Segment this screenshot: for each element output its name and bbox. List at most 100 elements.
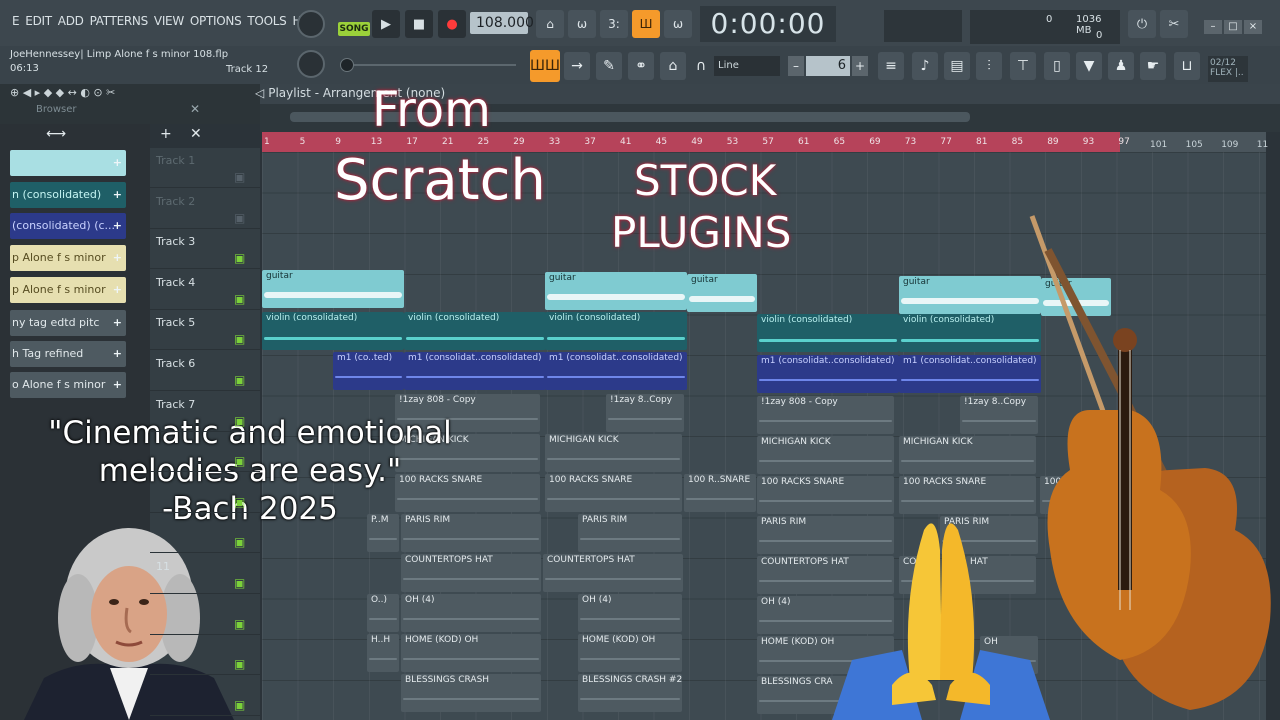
playlist-clip[interactable]: 100 RACKS SNARE [757, 476, 894, 514]
lock-icon[interactable]: ▣ [234, 414, 245, 428]
menu-item-view[interactable]: VIEW [154, 14, 184, 28]
lock-icon[interactable]: ▣ [234, 698, 245, 712]
track-header[interactable]: ▣ [150, 595, 260, 635]
playlist-clip[interactable]: BLESSINGS CRASH #2 [578, 674, 682, 712]
time-display[interactable]: 0:00:00 [700, 6, 836, 42]
playlist-clip[interactable]: MICHIGAN KICK [757, 436, 894, 474]
lock-icon[interactable]: ▣ [234, 657, 245, 671]
performance-button[interactable]: ♟ [1108, 52, 1134, 80]
play-button[interactable]: ▶ [372, 10, 400, 38]
menu-item-patterns[interactable]: PATTERNS [90, 14, 149, 28]
browser-item[interactable]: o Alone f s minor + [10, 372, 126, 398]
playlist-clip[interactable]: !1zay 8..Copy [606, 394, 684, 432]
playlist-clip[interactable]: 100 R..SNARE [684, 474, 756, 512]
playlist-clip[interactable]: m1 (co..ted) [333, 352, 404, 390]
playlist-clip[interactable]: MICHIGAN KICK [545, 434, 682, 472]
record-button[interactable]: ● [438, 10, 466, 38]
playlist-clip[interactable]: O..) [367, 594, 399, 632]
lock-icon[interactable]: ▣ [234, 535, 245, 549]
playlist-clip[interactable]: COUNTERTOPS HAT [401, 554, 541, 592]
menu-item-tools[interactable]: TOOLS [247, 14, 286, 28]
playlist-clip[interactable]: m1 (consolidat..consolidated) [757, 355, 899, 393]
playlist-clip[interactable]: HOME (KOD) OH [401, 634, 541, 672]
playlist-clip[interactable]: 100 RACKS SNARE [545, 474, 682, 512]
magnet-icon[interactable]: ∩ [692, 52, 710, 80]
stamp-tool-button[interactable]: ⌂ [660, 52, 686, 80]
cut-tool-button[interactable]: ✂ [1160, 10, 1188, 38]
browser-item[interactable]: p Alone f s minor + [10, 277, 126, 303]
add-to-playlist-icon[interactable]: + [113, 372, 122, 398]
track-header[interactable]: Track 4 ▣ [150, 270, 260, 310]
track-header[interactable]: Track 1 ▣ [150, 148, 260, 188]
link-tool-button[interactable]: ⚭ [628, 52, 654, 80]
track-header[interactable]: Track 5 ▣ [150, 310, 260, 351]
close-button[interactable]: × [1244, 20, 1262, 34]
draw-tool-button[interactable]: ✎ [596, 52, 622, 80]
stop-button[interactable]: ■ [405, 10, 433, 38]
playlist-clip[interactable]: violin (consolidated) [404, 312, 546, 350]
browser-item[interactable]: n (consolidated) + [10, 182, 126, 208]
lock-icon[interactable]: ▣ [234, 170, 245, 184]
playlist-button[interactable]: ≡ [878, 52, 904, 80]
playlist-clip[interactable]: MICHIGAN KICK [899, 436, 1036, 474]
arrow-tool-button[interactable]: → [564, 52, 590, 80]
channel-rack-button[interactable]: ▤ [944, 52, 970, 80]
minimize-button[interactable]: – [1204, 20, 1222, 34]
add-to-playlist-icon[interactable]: + [113, 277, 122, 303]
track-header[interactable]: ▣ [150, 513, 260, 554]
playlist-clip[interactable]: H..H [367, 634, 399, 672]
menu-item-file[interactable]: E [12, 14, 20, 28]
lock-icon[interactable]: ▣ [234, 454, 245, 468]
lock-icon[interactable]: ▣ [234, 292, 245, 306]
snap-select[interactable]: Line [714, 56, 780, 76]
piano-roll-button[interactable]: ♪ [912, 52, 938, 80]
collapse-icon[interactable]: ⟷ [46, 126, 66, 142]
lock-icon[interactable]: ▣ [234, 576, 245, 590]
shop-button[interactable]: ⊔ [1174, 52, 1200, 80]
pitch-slider[interactable] [338, 56, 518, 74]
playlist-clip[interactable]: BLESSINGS CRASH [401, 674, 541, 712]
playlist-clip[interactable]: violin (consolidated) [757, 314, 899, 352]
step-decrement-button[interactable]: – [788, 56, 804, 76]
browser-item[interactable]: p Alone f s minor + [10, 245, 126, 271]
playlist-clip[interactable]: violin (consolidated) [262, 312, 404, 350]
metronome-button[interactable]: ⌂ [536, 10, 564, 38]
song-mode-toggle[interactable]: SONG [338, 22, 370, 36]
lock-icon[interactable]: ▣ [234, 617, 245, 631]
track-header[interactable]: Track 6 ▣ [150, 351, 260, 391]
playlist-clip[interactable]: guitar [545, 272, 687, 310]
playlist-clip[interactable]: OH (4) [401, 594, 541, 632]
browser-close-icon[interactable]: ✕ [190, 102, 200, 116]
menu-item-edit[interactable]: EDIT [25, 14, 52, 28]
browser-item[interactable]: (consolidated) (c... + [10, 213, 126, 239]
track-header[interactable]: ▣ [150, 473, 260, 513]
touch-button[interactable]: ☛ [1140, 52, 1166, 80]
playlist-clip[interactable]: 100 RACKS SNARE [899, 476, 1036, 514]
step-edit-button[interactable]: Ш [632, 10, 660, 38]
add-to-playlist-icon[interactable]: + [113, 213, 122, 239]
wait-input-button[interactable]: ω [568, 10, 596, 38]
add-to-playlist-icon[interactable]: + [113, 150, 122, 176]
browser-item[interactable]: h Tag refined + [10, 341, 126, 367]
playlist-clip[interactable]: HOME (KOD) OH [578, 634, 682, 672]
browser-item[interactable]: ny tag edtd pitc + [10, 310, 126, 336]
add-to-playlist-icon[interactable]: + [113, 310, 122, 336]
add-to-playlist-icon[interactable]: + [113, 182, 122, 208]
add-to-playlist-icon[interactable]: + [113, 245, 122, 271]
lock-icon[interactable]: ▣ [234, 251, 245, 265]
piano-roll-icon-button[interactable]: ШШ [530, 50, 560, 82]
step-increment-button[interactable]: + [852, 56, 868, 76]
loop-record-button[interactable]: ω [664, 10, 692, 38]
add-to-playlist-icon[interactable]: + [113, 341, 122, 367]
tempo-display[interactable]: 108.000 [470, 12, 534, 34]
track-header[interactable]: ▣ [150, 676, 260, 716]
master-volume-knob[interactable] [297, 10, 325, 38]
playlist-clip[interactable]: m1 (consolidat..consolidated) [545, 352, 687, 390]
lock-icon[interactable]: ▣ [234, 211, 245, 225]
menu-item-add[interactable]: ADD [58, 14, 84, 28]
step-value[interactable]: 6 [806, 56, 850, 76]
power-button[interactable]: ⏻ [1128, 10, 1156, 38]
browser-item[interactable]: + [10, 150, 126, 176]
track-header[interactable]: Track 3 ▣ [150, 229, 260, 270]
add-track-icon[interactable]: + [160, 126, 172, 142]
